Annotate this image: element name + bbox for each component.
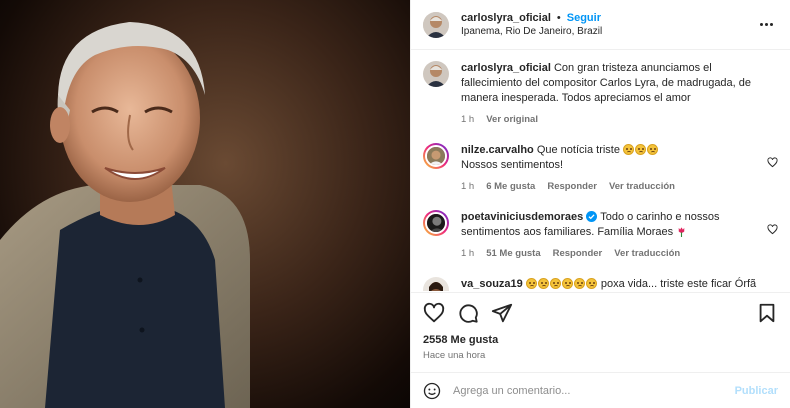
comment-username[interactable]: va_souza19 [461,278,523,290]
comment-username[interactable]: nilze.carvalho [461,144,534,156]
vinicius-avatar-image [427,214,445,232]
comment-likes[interactable]: 51 Me gusta [486,246,540,261]
comment-text: Que notícia triste [536,144,620,156]
follow-button[interactable]: Seguir [567,12,601,24]
like-comment-heart-icon[interactable] [767,157,778,168]
comment-row: nilze.carvalho Que notícia triste Nossos… [423,143,778,194]
tulip-emoji-icon [678,227,685,237]
post-location[interactable]: Ipanema, Rio De Janeiro, Brazil [461,26,754,37]
caption-body: carloslyra_oficial Con gran tristeza anu… [461,61,761,127]
sad-emoji-icon [623,144,635,155]
share-paper-plane-icon[interactable] [491,302,513,324]
comment-text-line2: Nossos sentimentos! [461,159,564,171]
comment-avatar-inner [425,212,447,234]
post-photo[interactable] [0,0,410,408]
caption-username[interactable]: carloslyra_oficial [461,62,551,74]
like-heart-icon[interactable] [423,302,445,324]
comment-avatar-inner [425,145,447,167]
comment-avatar[interactable] [423,277,449,291]
man-portrait-image [0,22,250,408]
caption-avatar-image [423,61,449,87]
separator-dot: • [556,12,561,24]
comment-row: va_souza19 poxa vida... triste este fica… [423,277,778,291]
posted-time[interactable]: Hace una hora [423,350,485,361]
see-original-button[interactable]: Ver original [486,112,538,127]
caption-row: carloslyra_oficial Con gran tristeza anu… [423,61,778,127]
sad-emoji-icon [537,278,549,289]
reply-button[interactable]: Responder [547,179,597,194]
vasouza-avatar-image [423,277,449,291]
author-avatar-image [423,11,449,38]
caption-time[interactable]: 1 h [461,112,474,127]
nilze-avatar-image [427,147,445,165]
sad-emoji-icon [561,278,573,289]
comment-avatar[interactable] [423,210,449,236]
comment-time[interactable]: 1 h [461,246,474,261]
post-actions-bar [411,292,790,332]
caption-avatar[interactable] [423,61,449,87]
likes-count[interactable]: 2558 Me gusta [423,334,498,346]
emoji-picker-icon[interactable] [423,382,441,400]
publish-button[interactable]: Publicar [735,385,778,397]
comments-list[interactable]: carloslyra_oficial Con gran tristeza anu… [411,51,790,291]
caption-meta: 1 h Ver original [461,112,761,127]
sad-emoji-icon [585,278,597,289]
sad-emoji-icon [525,278,537,289]
sad-emoji-icon [549,278,561,289]
comment-username[interactable]: poetaviniciusdemoraes [461,211,583,223]
author-username[interactable]: carloslyra_oficial [461,12,551,24]
comment-avatar[interactable] [423,143,449,169]
comment-body: poetaviniciusdemoraes Todo o carinho e n… [461,210,761,261]
see-translation-button[interactable]: Ver traducción [614,246,680,261]
reply-button[interactable]: Responder [553,246,603,261]
sad-emoji-icon [647,144,659,155]
post-header: carloslyra_oficial • Seguir Ipanema, Rio… [411,0,790,50]
save-bookmark-icon[interactable] [756,302,778,324]
comment-likes[interactable]: 6 Me gusta [486,179,535,194]
comment-meta: 1 h 6 Me gusta Responder Ver traducción [461,179,761,194]
sad-emoji-icon [635,144,647,155]
header-info: carloslyra_oficial • Seguir Ipanema, Rio… [461,12,754,37]
sad-emoji-icon [573,278,585,289]
more-options-icon[interactable] [754,13,778,37]
post-side-panel: carloslyra_oficial • Seguir Ipanema, Rio… [410,0,790,408]
see-translation-button[interactable]: Ver traducción [609,179,675,194]
comment-body: nilze.carvalho Que notícia triste Nossos… [461,143,761,194]
comment-row: poetaviniciusdemoraes Todo o carinho e n… [423,210,778,261]
post-container: carloslyra_oficial • Seguir Ipanema, Rio… [0,0,790,408]
verified-badge-icon [586,211,598,222]
like-comment-heart-icon[interactable] [767,224,778,235]
comment-meta: 1 h 51 Me gusta Responder Ver traducción [461,246,761,261]
comment-input[interactable] [453,384,735,397]
header-top-row: carloslyra_oficial • Seguir [461,12,754,24]
comment-bubble-icon[interactable] [457,302,479,324]
comment-composer: Publicar [411,372,790,408]
author-avatar[interactable] [423,11,449,38]
comment-time[interactable]: 1 h [461,179,474,194]
comment-body: va_souza19 poxa vida... triste este fica… [461,277,761,291]
